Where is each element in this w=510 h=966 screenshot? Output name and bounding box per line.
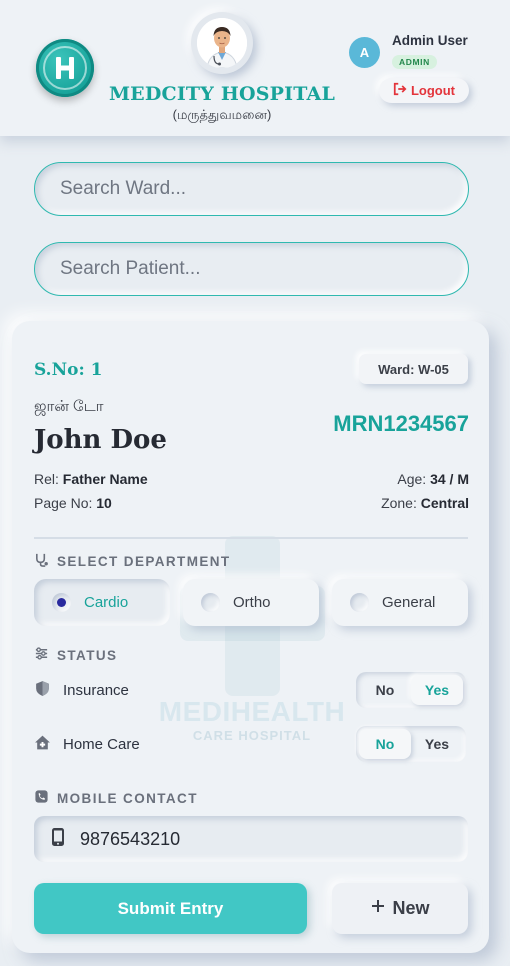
radio-empty-icon: [350, 593, 369, 612]
hospital-subtitle: (மருத்துவமனை): [172, 107, 272, 122]
patient-name: John Doe: [34, 425, 167, 455]
page-info: Page No: 10: [34, 495, 112, 511]
patient-name-tamil: ஜான் டோ: [34, 398, 104, 415]
home-care-toggle[interactable]: No Yes: [356, 726, 466, 762]
department-option-general[interactable]: General: [332, 579, 468, 626]
phone-icon: [34, 789, 49, 807]
insurance-no-option[interactable]: No: [359, 675, 411, 705]
department-option-cardio[interactable]: Cardio: [34, 579, 170, 626]
hospital-h-icon: [43, 46, 87, 90]
home-plus-icon: [34, 734, 51, 755]
stethoscope-icon: [34, 552, 49, 570]
ward-badge: Ward: W-05: [359, 354, 468, 384]
hospital-logo[interactable]: [36, 39, 94, 97]
patient-card: MEDIHEALTH CARE HOSPITAL S.No: 1 Ward: W…: [12, 321, 489, 953]
doctor-avatar-icon: [197, 18, 247, 68]
plus-icon: [370, 898, 386, 919]
department-option-ortho[interactable]: Ortho: [183, 579, 319, 626]
logout-icon: [393, 82, 407, 99]
radio-empty-icon: [201, 593, 220, 612]
app-header: MEDCITY HOSPITAL (மருத்துவமனை) A Admin U…: [0, 0, 510, 136]
serial-number: S.No: 1: [34, 360, 103, 380]
mobile-contact-value: 9876543210: [80, 828, 181, 849]
logout-button[interactable]: Logout: [379, 78, 469, 103]
divider: [34, 537, 468, 539]
insurance-label: Insurance: [63, 681, 129, 699]
role-badge: ADMIN: [392, 55, 437, 69]
search-patient-input[interactable]: [34, 242, 469, 296]
home-care-row: Home Care No Yes: [34, 726, 468, 762]
search-ward-input[interactable]: [34, 162, 469, 216]
home-care-no-option[interactable]: No: [359, 729, 411, 759]
mobile-phone-icon: [50, 827, 66, 852]
radio-selected-icon: [52, 593, 71, 612]
home-care-yes-option[interactable]: Yes: [411, 729, 463, 759]
doctor-avatar: [191, 12, 253, 74]
shield-icon: [34, 680, 51, 701]
hospital-name: MEDCITY HOSPITAL: [108, 83, 336, 105]
user-name: Admin User: [392, 33, 468, 48]
mobile-section-label: MOBILE CONTACT: [34, 789, 198, 807]
department-section-label: SELECT DEPARTMENT: [34, 552, 231, 570]
submit-entry-button[interactable]: Submit Entry: [34, 883, 307, 934]
insurance-row: Insurance No Yes: [34, 672, 468, 708]
zone-info: Zone: Central: [381, 495, 469, 511]
status-section-label: STATUS: [34, 646, 117, 664]
insurance-toggle[interactable]: No Yes: [356, 672, 466, 708]
insurance-yes-option[interactable]: Yes: [411, 675, 463, 705]
relation-info: Rel: Father Name: [34, 471, 148, 487]
mobile-contact-field[interactable]: 9876543210: [34, 816, 468, 862]
user-avatar[interactable]: A: [349, 37, 380, 68]
new-entry-button[interactable]: New: [332, 883, 468, 934]
mrn-number: MRN1234567: [333, 411, 469, 436]
age-info: Age: 34 / M: [397, 471, 469, 487]
sliders-icon: [34, 646, 49, 664]
home-care-label: Home Care: [63, 735, 140, 753]
logout-label: Logout: [410, 83, 456, 98]
